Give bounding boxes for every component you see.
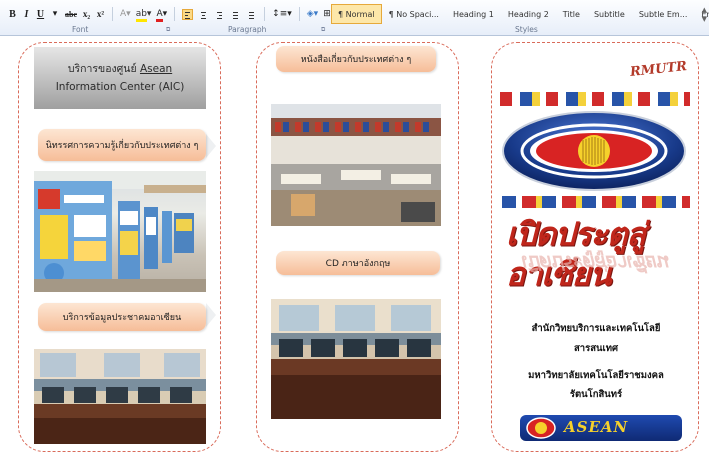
- flag-strip-bottom: [502, 196, 690, 208]
- style-title[interactable]: Title: [556, 4, 587, 24]
- divider: [264, 7, 266, 21]
- chevron-arrow: [206, 303, 216, 327]
- computer-room-photo-art: [34, 349, 206, 444]
- underline-button[interactable]: U: [36, 9, 45, 20]
- style-heading-1[interactable]: Heading 1: [446, 4, 501, 24]
- font-group-label: Font: [72, 25, 89, 34]
- style-heading-2[interactable]: Heading 2: [501, 4, 556, 24]
- dropdown-arrow-icon[interactable]: ▾: [50, 9, 60, 19]
- asean-emblem-icon: [501, 110, 687, 192]
- computer-lab-photo: [271, 299, 441, 419]
- aic-header-thai: บริการของศูนย์: [67, 63, 137, 75]
- computer-lab-photo-art: [271, 299, 441, 419]
- highlight-color-icon[interactable]: ab▾: [135, 9, 151, 22]
- library-photo-art: [271, 104, 441, 226]
- styles-group-label: Styles: [515, 25, 538, 34]
- line-spacing-icon[interactable]: ↕≡▾: [272, 9, 292, 19]
- flag-strip-top: [500, 92, 690, 106]
- shading-icon[interactable]: ◈▾: [307, 9, 318, 19]
- columns-icon[interactable]: [246, 9, 257, 20]
- exhibition-photo: [34, 171, 206, 292]
- styles-gallery: ¶ Normal ¶ No Spaci... Heading 1 Heading…: [331, 4, 709, 24]
- style-normal[interactable]: ¶ Normal: [331, 4, 382, 24]
- asean-logo-text: ASEAN: [564, 418, 629, 436]
- english-cd-button: CD ภาษาอังกฤษ: [276, 251, 440, 275]
- align-right-icon[interactable]: [214, 9, 225, 20]
- superscript-button[interactable]: x²: [96, 9, 105, 19]
- font-dialog-launcher-icon[interactable]: ⧉: [166, 26, 170, 34]
- paragraph-dialog-launcher-icon[interactable]: ⧉: [321, 26, 325, 34]
- org-line-4: รัตนโกสินทร์: [569, 389, 623, 400]
- formatting-row: B I U ▾ abc x₂ x² A▾ ab▾ A▾ ↕≡▾ ◈▾ ⊞▾: [8, 5, 335, 23]
- library-photo: [271, 104, 441, 226]
- aic-header-link: Asean: [139, 63, 173, 75]
- org-line-1: สำนักวิทยบริการและเทคโนโลยี: [531, 323, 661, 334]
- aic-header-box: บริการของศูนย์ Asean Information Center …: [34, 47, 206, 109]
- org-line-3: มหาวิทยาลัยเทคโนโลยีราชมงคล: [528, 370, 664, 381]
- computer-room-photo: [34, 349, 206, 444]
- exhibition-button: นิทรรศการความรู้เกี่ยวกับประเทศต่าง ๆ: [38, 129, 206, 161]
- italic-button[interactable]: I: [22, 9, 31, 20]
- divider: [298, 7, 300, 21]
- ribbon-toolbar: B I U ▾ abc x₂ x² A▾ ab▾ A▾ ↕≡▾ ◈▾ ⊞▾ ¶ …: [0, 0, 709, 36]
- chevron-arrow: [206, 134, 216, 158]
- org-line-2: สารสนเทศ: [573, 343, 619, 354]
- paragraph-group-label: Paragraph: [228, 25, 267, 34]
- style-subtle-emphasis[interactable]: Subtle Em...: [632, 4, 695, 24]
- style-subtitle[interactable]: Subtitle: [587, 4, 632, 24]
- justify-icon[interactable]: [230, 9, 241, 20]
- divider: [174, 7, 176, 21]
- aic-header-text: บริการของศูนย์ Asean Information Center …: [42, 60, 198, 96]
- bold-button[interactable]: B: [8, 9, 17, 20]
- align-center-icon[interactable]: [198, 9, 209, 20]
- font-color-icon[interactable]: A▾: [156, 9, 167, 22]
- strikethrough-button[interactable]: abc: [65, 10, 77, 19]
- style-no-spacing[interactable]: ¶ No Spaci...: [382, 4, 446, 24]
- exhibition-photo-art: [34, 171, 206, 292]
- aic-header-rest: Information Center (AIC): [55, 81, 185, 93]
- styles-scroll-icon[interactable]: ▲ ▼: [702, 6, 707, 24]
- cover-title-reflection: เปิดประตูสู่อาเซียน: [520, 251, 667, 275]
- asean-info-button: บริการข้อมูลประชาคมอาเซียน: [38, 303, 206, 331]
- subscript-button[interactable]: x₂: [82, 9, 91, 19]
- text-effects-icon[interactable]: A▾: [120, 9, 131, 19]
- asean-logo-bottom: ASEAN: [520, 415, 682, 441]
- align-left-icon[interactable]: [182, 8, 194, 20]
- divider: [112, 7, 113, 21]
- foreign-books-button: หนังสือเกี่ยวกับประเทศต่าง ๆ: [276, 46, 436, 72]
